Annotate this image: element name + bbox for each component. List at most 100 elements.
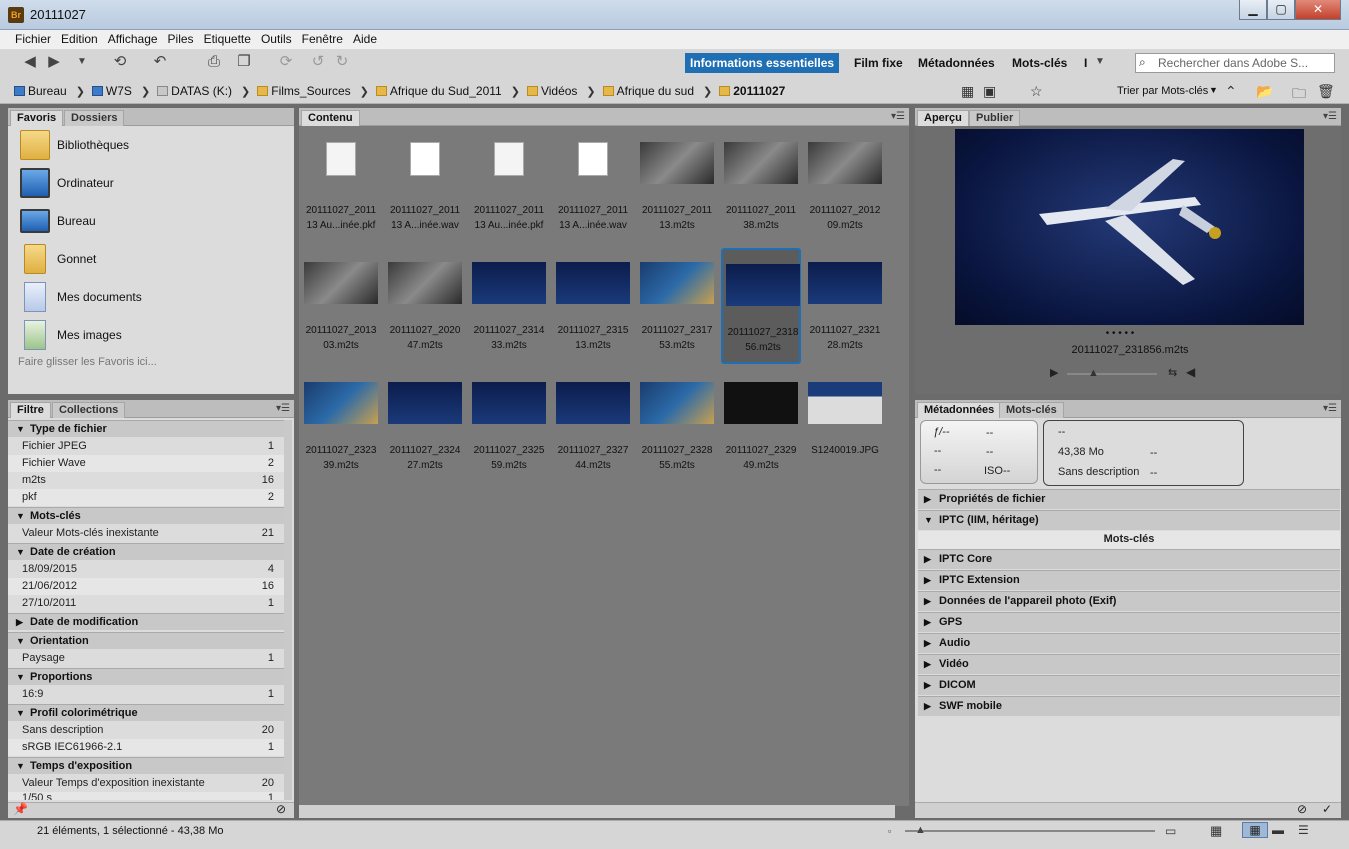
thumbnail[interactable]: 20111027_2323 39.m2ts — [301, 374, 381, 484]
sort-dropdown[interactable]: Trier par Mots-clés — [1117, 85, 1208, 97]
crumb-separator-icon[interactable]: ❯ — [241, 85, 250, 98]
thumbnail-size-slider[interactable] — [905, 830, 1155, 832]
crumb-afrique-sud[interactable]: Afrique du sud — [602, 84, 694, 98]
menu-affichage[interactable]: Affichage — [103, 30, 163, 46]
maximize-button[interactable]: ▢ — [1267, 0, 1295, 20]
tab-keywords[interactable]: Mots-clés — [999, 402, 1064, 418]
filter-row[interactable]: m2ts 16 — [8, 472, 284, 489]
panel-menu-icon[interactable]: ▾☰ — [1323, 403, 1337, 414]
tab-metadata[interactable]: Métadonnées — [917, 402, 1002, 418]
pin-icon[interactable]: 📌 — [13, 802, 28, 816]
quality-icon[interactable]: ▦ — [961, 83, 974, 100]
forward-icon[interactable]: ▶ — [44, 52, 64, 72]
cancel-metadata-icon[interactable]: ⊘ — [1297, 802, 1307, 816]
thumbnail[interactable]: 20111027_2325 59.m2ts — [469, 374, 549, 484]
panel-menu-icon[interactable]: ▾☰ — [276, 403, 290, 414]
meta-section-iptc-iim[interactable]: ▼ IPTC (IIM, héritage) — [918, 510, 1340, 530]
thumbnail[interactable]: 20111027_2011 38.m2ts — [721, 134, 801, 244]
back-icon[interactable]: ◀ — [20, 52, 40, 72]
crumb-separator-icon[interactable]: ❯ — [76, 85, 85, 98]
meta-section-iptc-core[interactable]: ▶ IPTC Core — [918, 549, 1340, 569]
tab-filter[interactable]: Filtre — [10, 402, 51, 418]
meta-section-exif[interactable]: ▶ Données de l'appareil photo (Exif) — [918, 591, 1340, 611]
star-filter-icon[interactable]: ☆ — [1030, 83, 1043, 100]
content-hscrollbar[interactable] — [299, 805, 895, 818]
volume-icon[interactable]: ◀ — [1186, 365, 1195, 379]
thumbnail-size-thumb[interactable]: ▲ — [915, 824, 926, 836]
new-folder-icon[interactable]: 🗀 — [1292, 83, 1306, 107]
rotate-left-icon[interactable]: ↺ — [308, 52, 328, 72]
sort-ascending-icon[interactable]: ⌃ — [1225, 83, 1237, 100]
meta-section-swf[interactable]: ▶ SWF mobile — [918, 696, 1340, 716]
view-thumbnails-button[interactable]: ▦ — [1242, 822, 1268, 838]
return-photoshop-icon[interactable]: ↶ — [150, 52, 170, 72]
favorite-documents[interactable]: Mes documents — [18, 281, 288, 315]
thumbnail[interactable]: 20111027_2011 13 Au...inée.pkf — [469, 134, 549, 244]
menu-fenetre[interactable]: Fenêtre — [297, 30, 348, 46]
crumb-separator-icon[interactable]: ❯ — [511, 85, 520, 98]
tab-content[interactable]: Contenu — [301, 110, 360, 126]
meta-section-file-properties[interactable]: ▶ Propriétés de fichier — [918, 489, 1340, 509]
filter-row[interactable]: sRGB IEC61966-2.1 1 — [8, 739, 284, 756]
meta-section-gps[interactable]: ▶ GPS — [918, 612, 1340, 632]
filter-head-proportions[interactable]: ▼ Proportions — [8, 668, 284, 685]
open-camera-raw-icon[interactable]: ⟳ — [276, 52, 296, 72]
thumbnail[interactable]: 20111027_2321 28.m2ts — [805, 254, 885, 364]
playback-slider[interactable] — [1067, 373, 1157, 375]
filter-row[interactable]: 21/06/2012 16 — [8, 578, 284, 595]
camera-download-icon[interactable]: ⎙ — [204, 52, 224, 72]
crumb-separator-icon[interactable]: ❯ — [703, 85, 712, 98]
grid-lock-icon[interactable]: ▦ — [1210, 823, 1222, 839]
thumbnail[interactable]: 20111027_2317 53.m2ts — [637, 254, 717, 364]
workspace-metadata[interactable]: Métadonnées — [913, 53, 1000, 73]
filter-head-color-profile[interactable]: ▼ Profil colorimétrique — [8, 704, 284, 721]
filter-row[interactable]: Valeur Mots-clés inexistante 21 — [8, 525, 284, 542]
rotate-right-icon[interactable]: ↻ — [332, 52, 352, 72]
workspace-filmstrip[interactable]: Film fixe — [849, 53, 908, 73]
refine-icon[interactable]: ❐ — [234, 52, 254, 72]
loop-icon[interactable]: ⇆ — [1168, 366, 1177, 379]
favorite-desktop[interactable]: Bureau — [18, 205, 288, 239]
menu-aide[interactable]: Aide — [348, 30, 382, 46]
view-details-icon[interactable]: ▬ — [1272, 823, 1284, 837]
workspace-essentials[interactable]: Informations essentielles — [685, 53, 840, 73]
filter-row[interactable]: Fichier JPEG 1 — [8, 438, 284, 455]
crumb-w7s[interactable]: W7S — [91, 84, 132, 98]
crumb-separator-icon[interactable]: ❯ — [586, 85, 595, 98]
workspace-dropdown-icon[interactable]: ▼ — [1090, 52, 1110, 72]
crumb-current[interactable]: 20111027 — [719, 84, 785, 98]
thumbnail[interactable]: 20111027_2314 33.m2ts — [469, 254, 549, 364]
preview-image[interactable] — [955, 129, 1304, 325]
open-recent-folder-icon[interactable]: 📂 — [1256, 83, 1273, 100]
apply-metadata-icon[interactable]: ✓ — [1322, 802, 1332, 816]
play-icon[interactable]: ▶ — [1050, 366, 1058, 379]
panel-menu-icon[interactable]: ▾☰ — [1323, 111, 1337, 122]
favorite-pictures[interactable]: Mes images — [18, 319, 288, 353]
small-thumb-icon[interactable]: ▫ — [888, 826, 891, 836]
preview-pager-dots[interactable]: • • • • • — [1070, 328, 1170, 339]
thumbnail[interactable]: 20111027_2329 49.m2ts — [721, 374, 801, 484]
thumbnail[interactable]: 20111027_2315 13.m2ts — [553, 254, 633, 364]
thumbnail[interactable]: 20111027_2011 13 A...inée.wav — [553, 134, 633, 244]
meta-section-dicom[interactable]: ▶ DICOM — [918, 675, 1340, 695]
thumbnail[interactable]: 20111027_2013 03.m2ts — [301, 254, 381, 364]
crumb-datas[interactable]: DATAS (K:) — [157, 84, 232, 98]
crumb-afrique-2011[interactable]: Afrique du Sud_2011 — [375, 84, 502, 98]
thumbnail[interactable]: 20111027_2011 13.m2ts — [637, 134, 717, 244]
filter-head-orientation[interactable]: ▼ Orientation — [8, 632, 284, 649]
filter-row[interactable]: Fichier Wave 2 — [8, 455, 284, 472]
thumbnail[interactable]: 20111027_2328 55.m2ts — [637, 374, 717, 484]
panel-menu-icon[interactable]: ▾☰ — [891, 111, 905, 122]
meta-section-iptc-extension[interactable]: ▶ IPTC Extension — [918, 570, 1340, 590]
tab-publish[interactable]: Publier — [969, 110, 1021, 126]
thumbnail[interactable]: 20111027_2011 13 Au...inée.pkf — [301, 134, 381, 244]
filter-row[interactable]: pkf 2 — [8, 489, 284, 506]
tab-favorites[interactable]: Favoris — [10, 110, 64, 126]
filter-row[interactable]: Sans description 20 — [8, 722, 284, 739]
tab-preview[interactable]: Aperçu — [917, 110, 969, 126]
workspace-keywords[interactable]: Mots-clés — [1007, 53, 1072, 73]
filter-row[interactable]: Paysage 1 — [8, 650, 284, 667]
filter-head-exposure[interactable]: ▼ Temps d'exposition — [8, 757, 284, 774]
filter-row[interactable]: 16:9 1 — [8, 686, 284, 703]
delete-icon[interactable]: 🗑 — [1317, 83, 1335, 100]
